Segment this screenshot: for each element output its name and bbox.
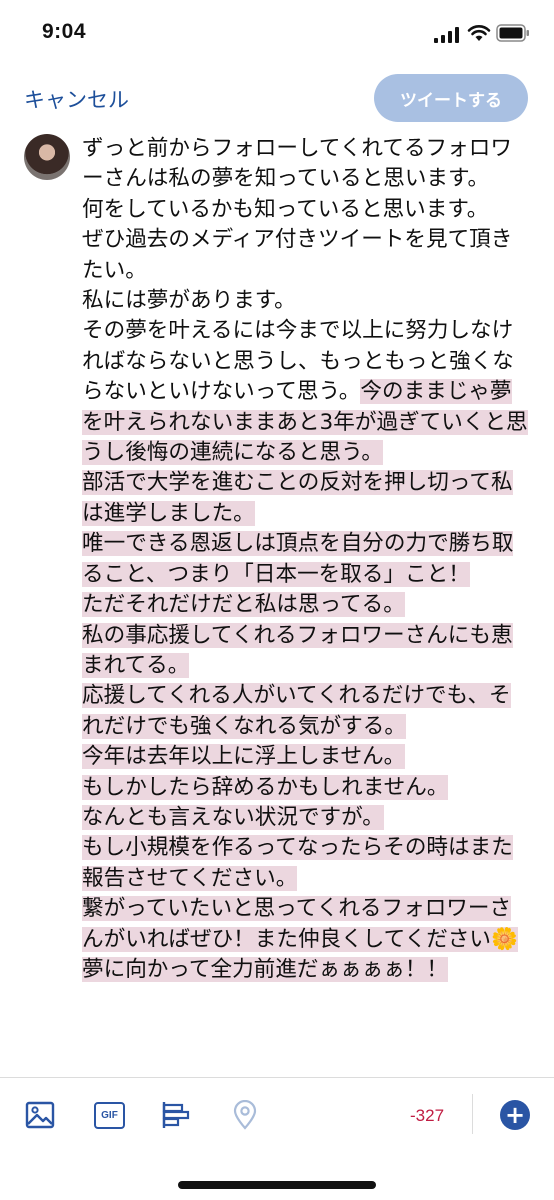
poll-icon[interactable] xyxy=(161,1100,191,1130)
toolbar-divider xyxy=(472,1094,473,1134)
gif-label: GIF xyxy=(101,1110,118,1121)
wifi-icon xyxy=(467,25,491,41)
compose-toolbar: GIF -327 + xyxy=(0,1077,554,1152)
tweet-button[interactable]: ツイートする xyxy=(374,74,528,122)
image-icon[interactable] xyxy=(25,1100,55,1130)
avatar xyxy=(24,134,70,180)
tweet-text: ずっと前からフォローしてくれてるフォロワーさんは私の夢を知っていると思います。 … xyxy=(82,136,514,405)
status-bar: 9:04 xyxy=(0,0,554,70)
battery-icon xyxy=(496,24,529,42)
home-indicator xyxy=(178,1181,376,1189)
cellular-signal-icon xyxy=(434,27,459,43)
location-icon[interactable] xyxy=(230,1100,260,1130)
add-tweet-button[interactable]: + xyxy=(500,1100,530,1130)
cancel-button[interactable]: キャンセル xyxy=(24,84,129,114)
add-icon: + xyxy=(504,1101,526,1129)
tweet-text-area[interactable]: ずっと前からフォローしてくれてるフォロワーさんは私の夢を知っていると思います。 … xyxy=(82,134,532,985)
gif-icon[interactable]: GIF xyxy=(94,1102,125,1129)
tweet-text-over-limit: 今のままじゃ夢を叶えられないままあと3年が過ぎていくと思うし後悔の連続になると思… xyxy=(82,379,528,982)
status-time: 9:04 xyxy=(42,20,87,43)
character-count: -327 xyxy=(410,1106,445,1125)
compose-header: キャンセル ツイートする xyxy=(0,70,554,126)
